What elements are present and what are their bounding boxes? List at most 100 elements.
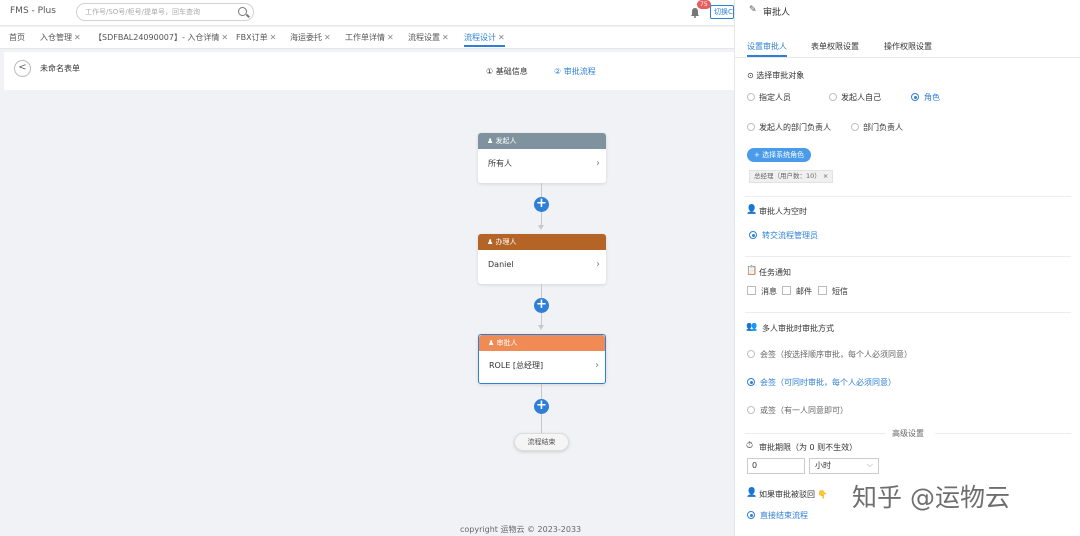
tab-fbx-order[interactable]: FBX订单 ✕ — [236, 31, 276, 47]
option-initiator-self[interactable]: 发起人自己 — [841, 92, 881, 103]
radio-role[interactable] — [911, 93, 919, 101]
option-any-sign[interactable]: 或签（有一人同意即可） — [760, 405, 848, 416]
notice-email[interactable]: 邮件 — [796, 286, 812, 297]
close-icon[interactable]: ✕ — [442, 33, 449, 42]
search-box[interactable]: 工作号/SO号/柜号/提单号，回车查询 — [76, 3, 254, 21]
tab-label: 工作单详情 — [345, 33, 385, 42]
start-node-title: 发起人 — [495, 137, 517, 145]
select-role-button[interactable]: + 选择系统角色 — [747, 148, 812, 162]
divider — [935, 433, 1071, 434]
tab-job-detail[interactable]: 工作单详情 ✕ — [345, 31, 394, 47]
tab-flow-settings[interactable]: 流程设置 ✕ — [408, 31, 449, 47]
radio-sequential-sign[interactable] — [747, 350, 755, 358]
clipboard-icon: 📋 — [746, 266, 758, 276]
approver-node[interactable]: ♟ 审批人 ROLE [总经理] › — [478, 334, 606, 384]
option-dept-head[interactable]: 部门负责人 — [863, 122, 903, 133]
role-tag-text: 总经理（用户数：10） — [754, 172, 821, 180]
tab-label: 流程设置 — [408, 33, 440, 42]
close-icon[interactable]: ✕ — [387, 33, 394, 42]
step-basic-info[interactable]: ① 基础信息 — [486, 66, 528, 77]
tab-label: 流程设计 — [464, 33, 496, 42]
close-icon[interactable]: × — [823, 172, 828, 180]
group-icon: 👥 — [746, 322, 758, 332]
add-node-button[interactable]: + — [534, 197, 549, 212]
option-initiator-dept-head[interactable]: 发起人的部门负责人 — [759, 122, 831, 133]
notice-message[interactable]: 消息 — [761, 286, 777, 297]
tab-sea-entrust[interactable]: 海运委托 ✕ — [290, 31, 331, 47]
close-icon[interactable]: ✕ — [498, 33, 505, 42]
select-target-label: ⊙ 选择审批对象 — [747, 71, 805, 80]
back-button[interactable]: < — [14, 60, 31, 77]
checkbox-message[interactable] — [747, 286, 756, 295]
approver-node-header: ♟ 审批人 — [479, 335, 605, 351]
user-icon: 👤 — [746, 205, 758, 215]
handler-node-title: 办理人 — [495, 238, 517, 246]
option-end-flow[interactable]: 直接结束流程 — [760, 510, 808, 521]
edit-icon: ✎ — [749, 5, 757, 15]
tab-operation-permission[interactable]: 操作权限设置 — [884, 41, 932, 52]
notification-badge: 75 — [697, 0, 711, 9]
tab-set-approver[interactable]: 设置审批人 — [747, 41, 787, 57]
pointing-hand-icon: 👇 — [817, 490, 828, 499]
divider — [745, 312, 1071, 313]
option-sequential-sign[interactable]: 会签（按选择顺序审批，每个人必须同意） — [760, 349, 912, 360]
advanced-settings-title: 高级设置 — [892, 429, 924, 438]
tab-flow-design[interactable]: 流程设计 ✕ — [464, 31, 505, 47]
tab-form-permission[interactable]: 表单权限设置 — [811, 41, 859, 52]
arrow-down-icon — [538, 325, 544, 330]
deadline-input[interactable]: 0 — [747, 458, 805, 474]
radio-initiator-dept-head[interactable] — [747, 123, 755, 131]
close-icon[interactable]: ✕ — [324, 33, 331, 42]
connector — [541, 414, 542, 433]
connector — [541, 183, 542, 197]
multi-approve-title: 多人审批时审批方式 — [762, 324, 834, 333]
search-input[interactable]: 工作号/SO号/柜号/提单号，回车查询 — [85, 7, 200, 17]
arrow-down-icon — [538, 225, 544, 230]
checkbox-sms[interactable] — [818, 286, 827, 295]
select-target-text: 选择审批对象 — [756, 71, 805, 80]
search-icon[interactable] — [238, 7, 247, 16]
option-specified[interactable]: 指定人员 — [759, 92, 791, 103]
radio-parallel-sign[interactable] — [747, 378, 755, 386]
tab-bar: 首页 入仓管理 ✕ 【SDFBAL24090007】- 入仓详情 ✕ FBX订单 ✕ … — [0, 27, 734, 49]
option-parallel-sign[interactable]: 会签（可同时审批，每个人必须同意） — [760, 377, 896, 388]
person-icon: 👤 — [746, 488, 758, 498]
radio-initiator-self[interactable] — [829, 93, 837, 101]
bell-icon[interactable] — [690, 7, 700, 18]
option-role[interactable]: 角色 — [924, 92, 940, 103]
connector — [541, 212, 542, 225]
option-transfer-admin[interactable]: 转交流程管理员 — [762, 230, 818, 241]
end-node: 流程结束 — [514, 433, 569, 451]
app-title: FMS - Plus — [10, 6, 56, 16]
rejected-title-text: 如果审批被驳回 — [759, 490, 815, 499]
step-approval-flow[interactable]: ② 审批流程 — [554, 66, 596, 77]
radio-end-flow[interactable] — [747, 511, 755, 519]
radio-any-sign[interactable] — [747, 406, 755, 414]
divider — [745, 433, 885, 434]
tab-label: 首页 — [9, 33, 25, 42]
timer-icon: ⏱ — [746, 441, 754, 451]
role-tag[interactable]: 总经理（用户数：10） × — [749, 170, 834, 183]
switch-button[interactable]: 切换C — [710, 5, 734, 19]
close-icon[interactable]: ✕ — [221, 33, 228, 42]
start-node[interactable]: ♟ 发起人 所有人 › — [478, 133, 606, 183]
tab-warehouse-detail[interactable]: 【SDFBAL24090007】- 入仓详情 ✕ — [94, 31, 228, 47]
deadline-title: 审批期限（为 0 则不生效） — [759, 443, 858, 452]
radio-specified[interactable] — [747, 93, 755, 101]
add-node-button[interactable]: + — [534, 399, 549, 414]
form-name: 未命名表单 — [40, 64, 80, 73]
handler-node[interactable]: ♟ 办理人 Daniel › — [478, 234, 606, 284]
tab-home[interactable]: 首页 — [9, 31, 25, 47]
chevron-right-icon: › — [596, 259, 600, 270]
add-node-button[interactable]: + — [534, 298, 549, 313]
tab-warehouse-in[interactable]: 入仓管理 ✕ — [40, 31, 81, 47]
radio-dept-head[interactable] — [851, 123, 859, 131]
tab-label: FBX订单 — [236, 33, 268, 42]
checkbox-email[interactable] — [782, 286, 791, 295]
radio-transfer-admin[interactable] — [749, 231, 757, 239]
deadline-unit-select[interactable]: 小时 ⌵ — [809, 458, 879, 474]
close-icon[interactable]: ✕ — [270, 33, 277, 42]
close-icon[interactable]: ✕ — [74, 33, 81, 42]
empty-approver-title: 审批人为空时 — [759, 207, 807, 216]
notice-sms[interactable]: 短信 — [832, 286, 848, 297]
